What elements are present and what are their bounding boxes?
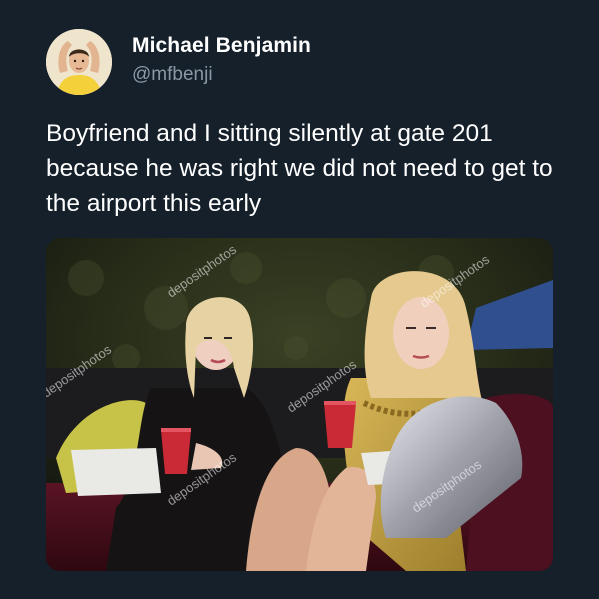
- tweet-photo[interactable]: depositphotos depositphotos depositphoto…: [46, 238, 553, 571]
- avatar[interactable]: [46, 29, 112, 95]
- profile-photo-icon: [46, 29, 112, 95]
- tweet-card: Michael Benjamin @mfbenji Boyfriend and …: [0, 0, 599, 599]
- display-name[interactable]: Michael Benjamin: [132, 34, 311, 58]
- tweet-text: Boyfriend and I sitting silently at gate…: [46, 120, 553, 217]
- user-handle[interactable]: @mfbenji: [132, 64, 213, 86]
- photo-image: depositphotos depositphotos depositphoto…: [46, 238, 553, 571]
